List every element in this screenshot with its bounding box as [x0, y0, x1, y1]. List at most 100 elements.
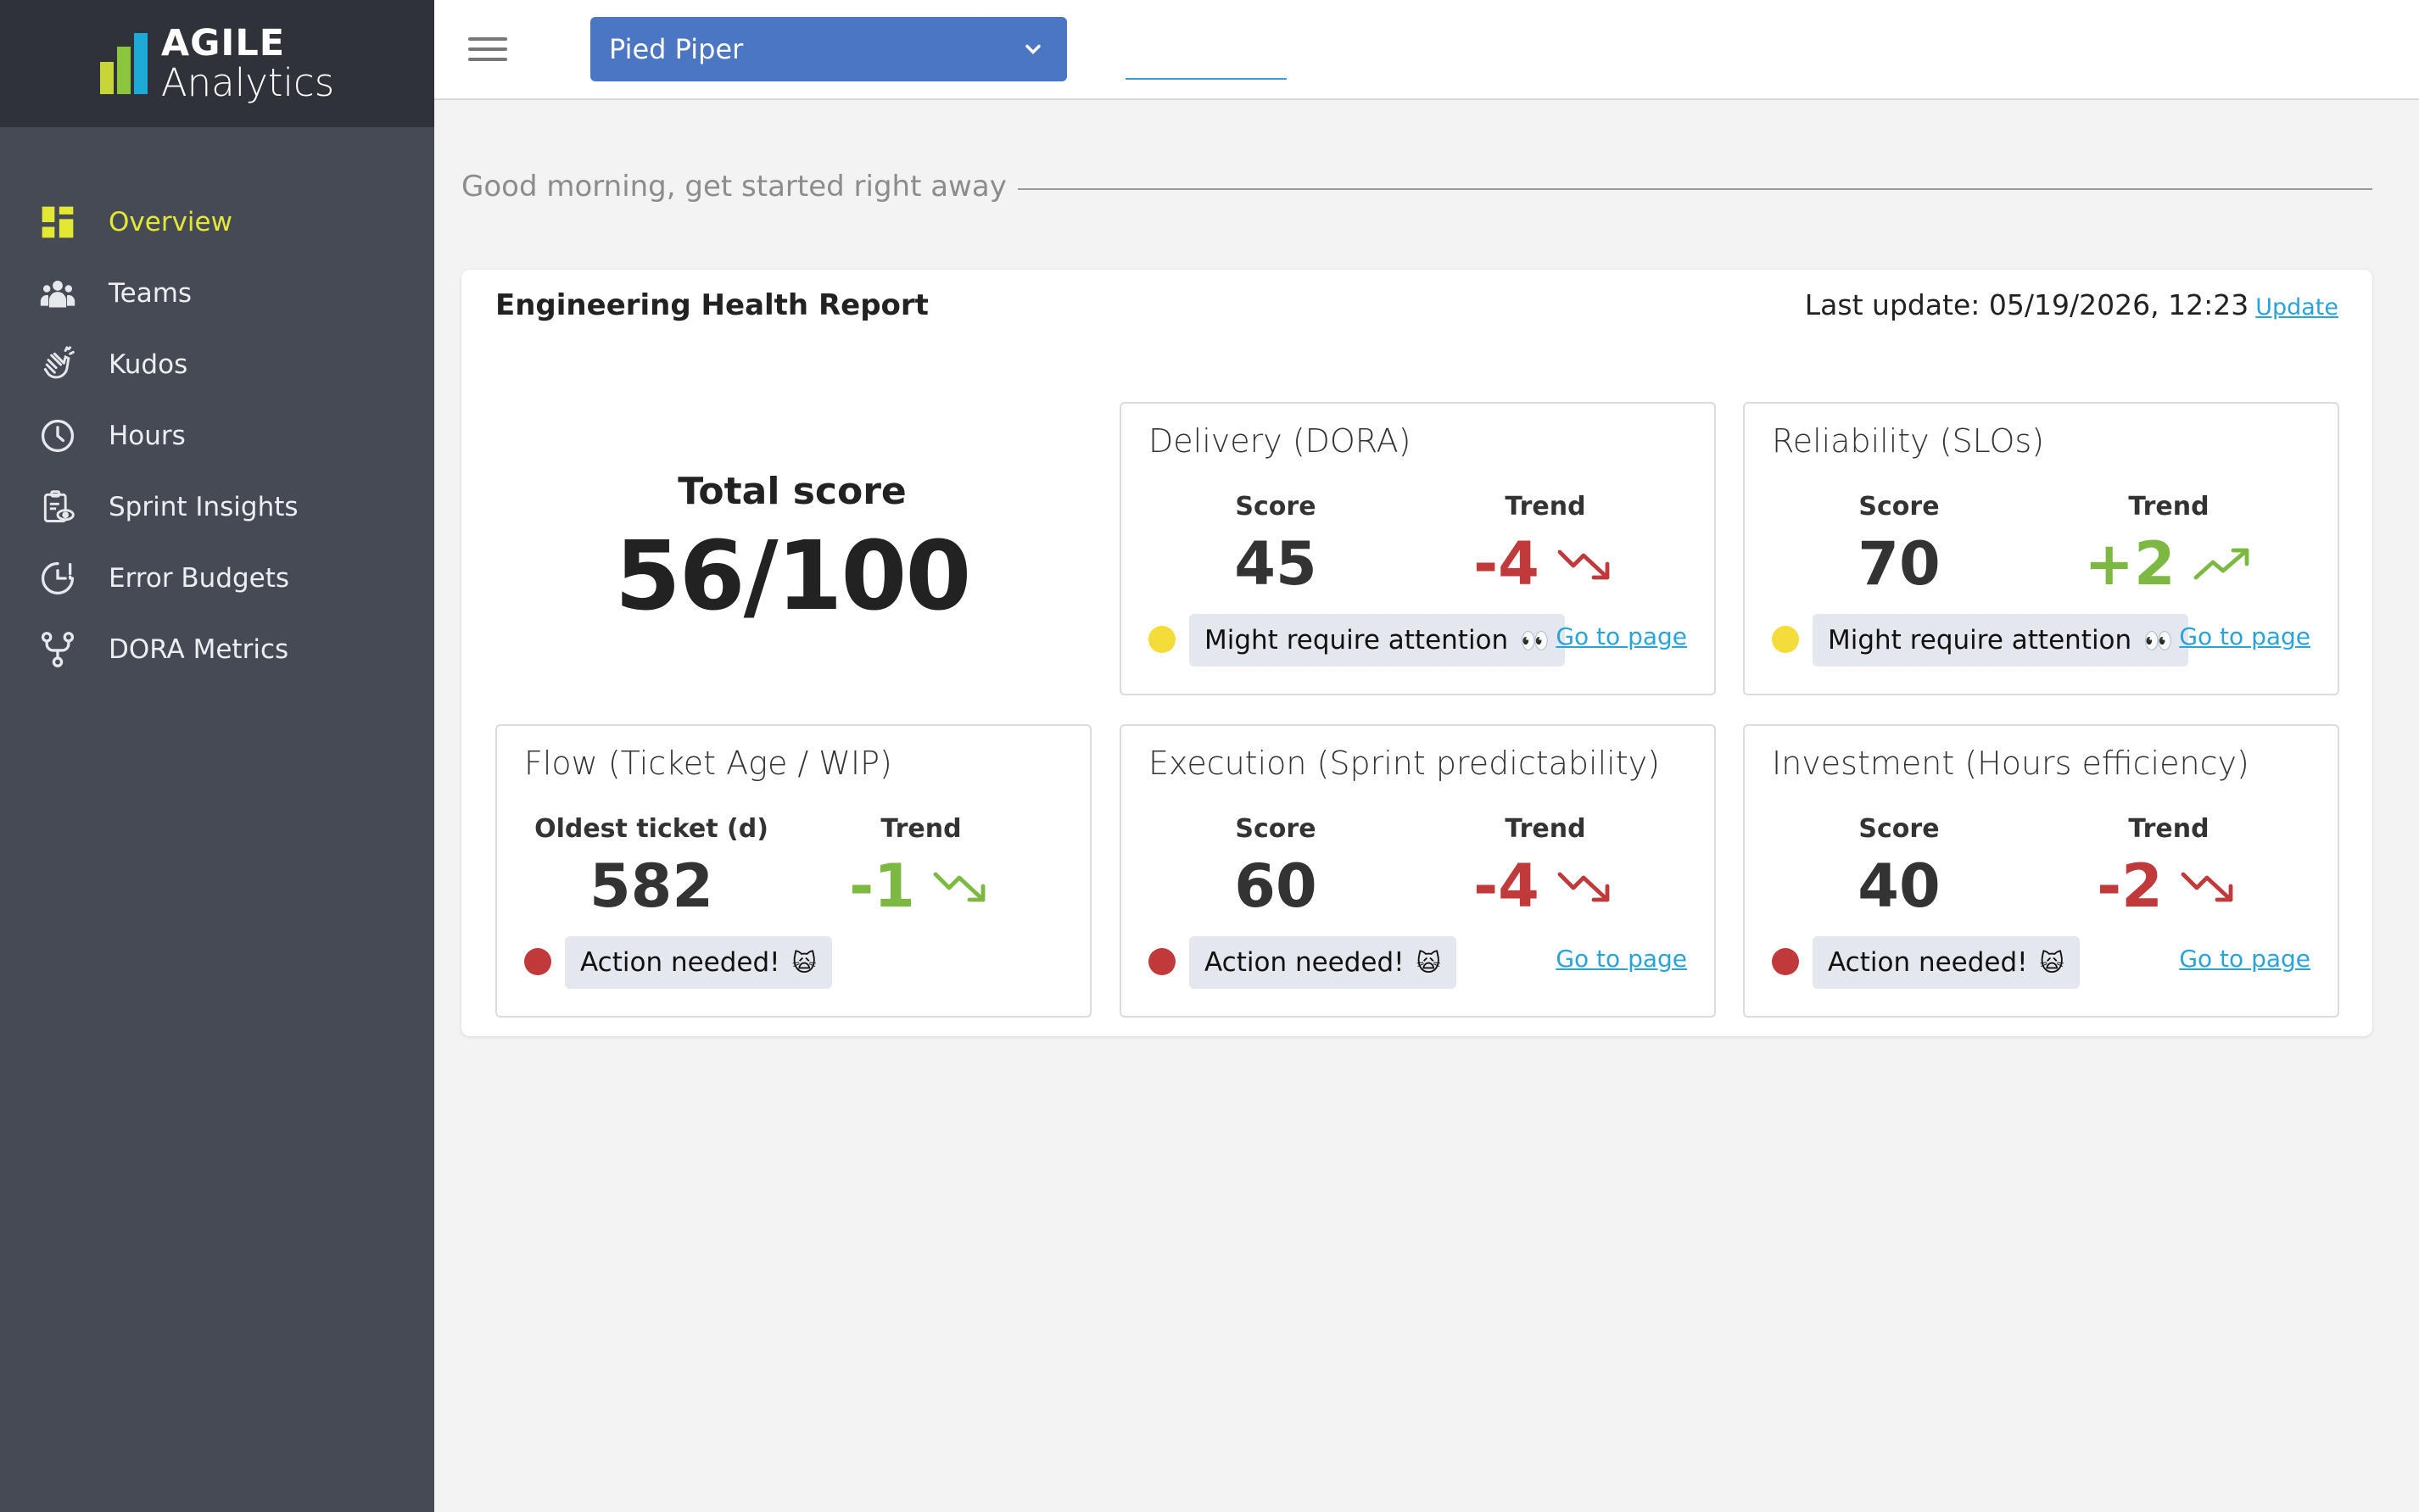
- total-score-label: Total score: [678, 470, 907, 513]
- trend-label: Trend: [1505, 814, 1586, 844]
- sidebar-item-label: Overview: [109, 207, 232, 237]
- status-text: Action needed!: [1204, 947, 1405, 978]
- scream-cat-emoji-icon: 🙀: [2039, 948, 2064, 977]
- score-value: 582: [589, 851, 714, 921]
- sidebar-item-label: DORA Metrics: [109, 634, 289, 665]
- trend: -4: [1418, 529, 1673, 599]
- chevron-down-icon: [1025, 44, 1041, 54]
- execution-card: Execution (Sprint predictability) Score …: [1120, 724, 1716, 1018]
- trend-label: Trend: [1505, 492, 1586, 522]
- sidebar-item-dora-metrics[interactable]: DORA Metrics: [0, 614, 434, 685]
- score-label: Score: [1858, 492, 1940, 522]
- total-score: Total score 56/100: [495, 402, 1089, 695]
- menu-toggle-icon[interactable]: [468, 37, 507, 64]
- trend-up-icon: [2193, 548, 2249, 580]
- status-dot-yellow: [1148, 626, 1176, 653]
- sidebar-item-sprint-insights[interactable]: Sprint Insights: [0, 471, 434, 543]
- trend-value: -4: [1473, 529, 1539, 599]
- sidebar-item-label: Error Budgets: [109, 563, 290, 594]
- last-update: Last update: 05/19/2026, 12:23 Update: [1805, 288, 2338, 321]
- grid-icon: [39, 204, 76, 241]
- total-score-value: 56/100: [614, 522, 972, 632]
- trend-down-icon: [2181, 872, 2233, 902]
- logo-bars-icon: [99, 33, 148, 94]
- update-link[interactable]: Update: [2255, 294, 2338, 321]
- logo-line1: AGILE: [160, 22, 286, 64]
- status-badge: Action needed! 🙀: [1189, 936, 1456, 989]
- card-title: Flow (Ticket Age / WIP): [524, 745, 892, 782]
- trend-value: -2: [2097, 851, 2163, 921]
- trend-label: Trend: [880, 814, 962, 844]
- logo-bar: AGILE Analytics: [0, 0, 434, 127]
- status-badge: Might require attention 👀: [1189, 614, 1566, 667]
- score-value: 70: [1858, 529, 1941, 599]
- branch-icon: [39, 631, 76, 668]
- sidebar-item-label: Sprint Insights: [109, 492, 299, 522]
- status-dot-yellow: [1772, 626, 1799, 653]
- eyes-emoji-icon: 👀: [2143, 626, 2174, 655]
- sidebar-item-error-budgets[interactable]: Error Budgets: [0, 543, 434, 614]
- status-dot-red: [524, 948, 551, 975]
- scream-cat-emoji-icon: 🙀: [1416, 948, 1441, 977]
- eyes-emoji-icon: 👀: [1520, 626, 1550, 655]
- last-update-text: Last update: 05/19/2026, 12:23: [1804, 288, 2249, 321]
- trend-value: -4: [1473, 851, 1539, 921]
- score-value: 60: [1234, 851, 1317, 921]
- trend: -1: [794, 851, 1048, 921]
- trend: -2: [2042, 851, 2296, 921]
- health-report-panel: Engineering Health Report Last update: 0…: [461, 270, 2372, 1036]
- sidebar-item-hours[interactable]: Hours: [0, 400, 434, 471]
- status-text: Action needed!: [1828, 947, 2028, 978]
- sidebar-nav: Overview Teams Kudos Hours Sprint Insigh…: [0, 187, 434, 685]
- status-badge: Action needed! 🙀: [565, 936, 832, 989]
- score-label: Score: [1858, 814, 1940, 844]
- trend-down-icon: [933, 872, 986, 902]
- delivery-card: Delivery (DORA) Score Trend 45 -4 Might …: [1120, 402, 1716, 695]
- trend-value: -1: [849, 851, 915, 921]
- score-label: Oldest ticket (d): [534, 814, 768, 844]
- go-to-page-link[interactable]: Go to page: [1556, 622, 1687, 650]
- trend-label: Trend: [2128, 492, 2210, 522]
- status-dot-red: [1772, 948, 1799, 975]
- go-to-page-link[interactable]: Go to page: [2179, 622, 2310, 650]
- clap-icon: [39, 346, 76, 383]
- sidebar-item-label: Teams: [109, 278, 193, 309]
- top-tab-indicator: [1126, 78, 1287, 80]
- status-dot-red: [1148, 948, 1176, 975]
- gauge-icon: [39, 560, 76, 597]
- people-icon: [39, 275, 76, 312]
- flow-card: Flow (Ticket Age / WIP) Oldest ticket (d…: [495, 724, 1092, 1018]
- trend-down-icon: [1557, 550, 1610, 580]
- trend: -4: [1418, 851, 1673, 921]
- score-label: Score: [1235, 814, 1316, 844]
- status-text: Might require attention: [1204, 625, 1509, 656]
- organization-select[interactable]: Pied Piper: [590, 17, 1067, 81]
- status-text: Action needed!: [580, 947, 780, 978]
- card-title: Delivery (DORA): [1148, 422, 1411, 460]
- go-to-page-link[interactable]: Go to page: [1556, 945, 1687, 973]
- sidebar-item-label: Kudos: [109, 349, 188, 380]
- sidebar-item-overview[interactable]: Overview: [0, 187, 434, 258]
- card-title: Investment (Hours efficiency): [1772, 745, 2249, 782]
- logo-text: AGILE Analytics: [160, 22, 335, 105]
- top-bar: Pied Piper: [434, 0, 2419, 100]
- trend-down-icon: [1557, 872, 1610, 902]
- status-badge: Action needed! 🙀: [1813, 936, 2080, 989]
- score-value: 40: [1858, 851, 1941, 921]
- report-title: Engineering Health Report: [495, 288, 929, 322]
- app-logo[interactable]: AGILE Analytics: [99, 22, 335, 105]
- score-label: Score: [1235, 492, 1316, 522]
- investment-card: Investment (Hours efficiency) Score Tren…: [1743, 724, 2339, 1018]
- organization-select-value: Pied Piper: [609, 33, 744, 65]
- greeting-divider: [1018, 188, 2372, 190]
- clock-icon: [39, 417, 76, 455]
- sidebar: AGILE Analytics Overview Teams Kudos Hou…: [0, 0, 434, 1512]
- card-title: Reliability (SLOs): [1772, 422, 2045, 460]
- go-to-page-link[interactable]: Go to page: [2179, 945, 2310, 973]
- sidebar-item-kudos[interactable]: Kudos: [0, 329, 434, 400]
- greeting-text: Good morning, get started right away: [461, 170, 1007, 204]
- trend-value: +2: [2084, 529, 2176, 599]
- sidebar-item-teams[interactable]: Teams: [0, 258, 434, 329]
- logo-line2: Analytics: [160, 60, 335, 105]
- reliability-card: Reliability (SLOs) Score Trend 70 +2 Mig…: [1743, 402, 2339, 695]
